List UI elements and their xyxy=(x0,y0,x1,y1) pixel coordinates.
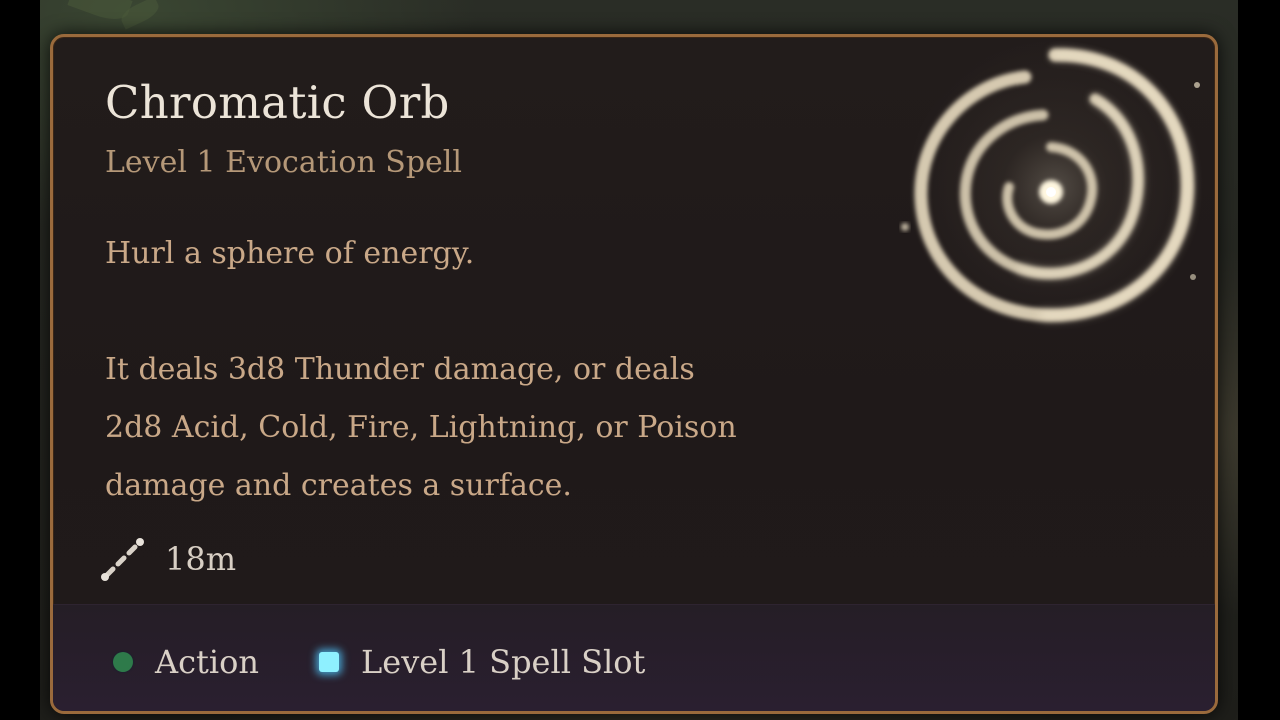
chromatic-orb-spell-icon xyxy=(901,37,1205,337)
spell-title: Chromatic Orb xyxy=(105,76,450,129)
description-line: 2d8 Acid, Cold, Fire, Lightning, or Pois… xyxy=(105,410,737,445)
range-icon xyxy=(101,538,144,581)
description-intro: Hurl a sphere of energy. xyxy=(105,236,475,271)
spell-range: 18m xyxy=(97,529,236,589)
description-line: It deals 3d8 Thunder damage, or deals xyxy=(105,352,695,387)
action-dot-icon xyxy=(113,652,133,672)
spell-slot-label: Level 1 Spell Slot xyxy=(361,643,646,681)
description-line: damage and creates a surface. xyxy=(105,468,572,503)
game-screen: Chromatic Orb Level 1 Evocation Spell Hu… xyxy=(0,0,1280,720)
spell-slot-icon xyxy=(319,652,339,672)
range-value: 18m xyxy=(165,540,237,578)
spell-tooltip: Chromatic Orb Level 1 Evocation Spell Hu… xyxy=(50,34,1218,714)
spell-subtitle: Level 1 Evocation Spell xyxy=(105,145,462,180)
spell-description: Hurl a sphere of energy. It deals 3d8 Th… xyxy=(105,225,905,515)
cost-spell-slot: Level 1 Spell Slot xyxy=(319,637,645,687)
action-label: Action xyxy=(155,643,259,681)
cost-action: Action xyxy=(113,637,259,687)
